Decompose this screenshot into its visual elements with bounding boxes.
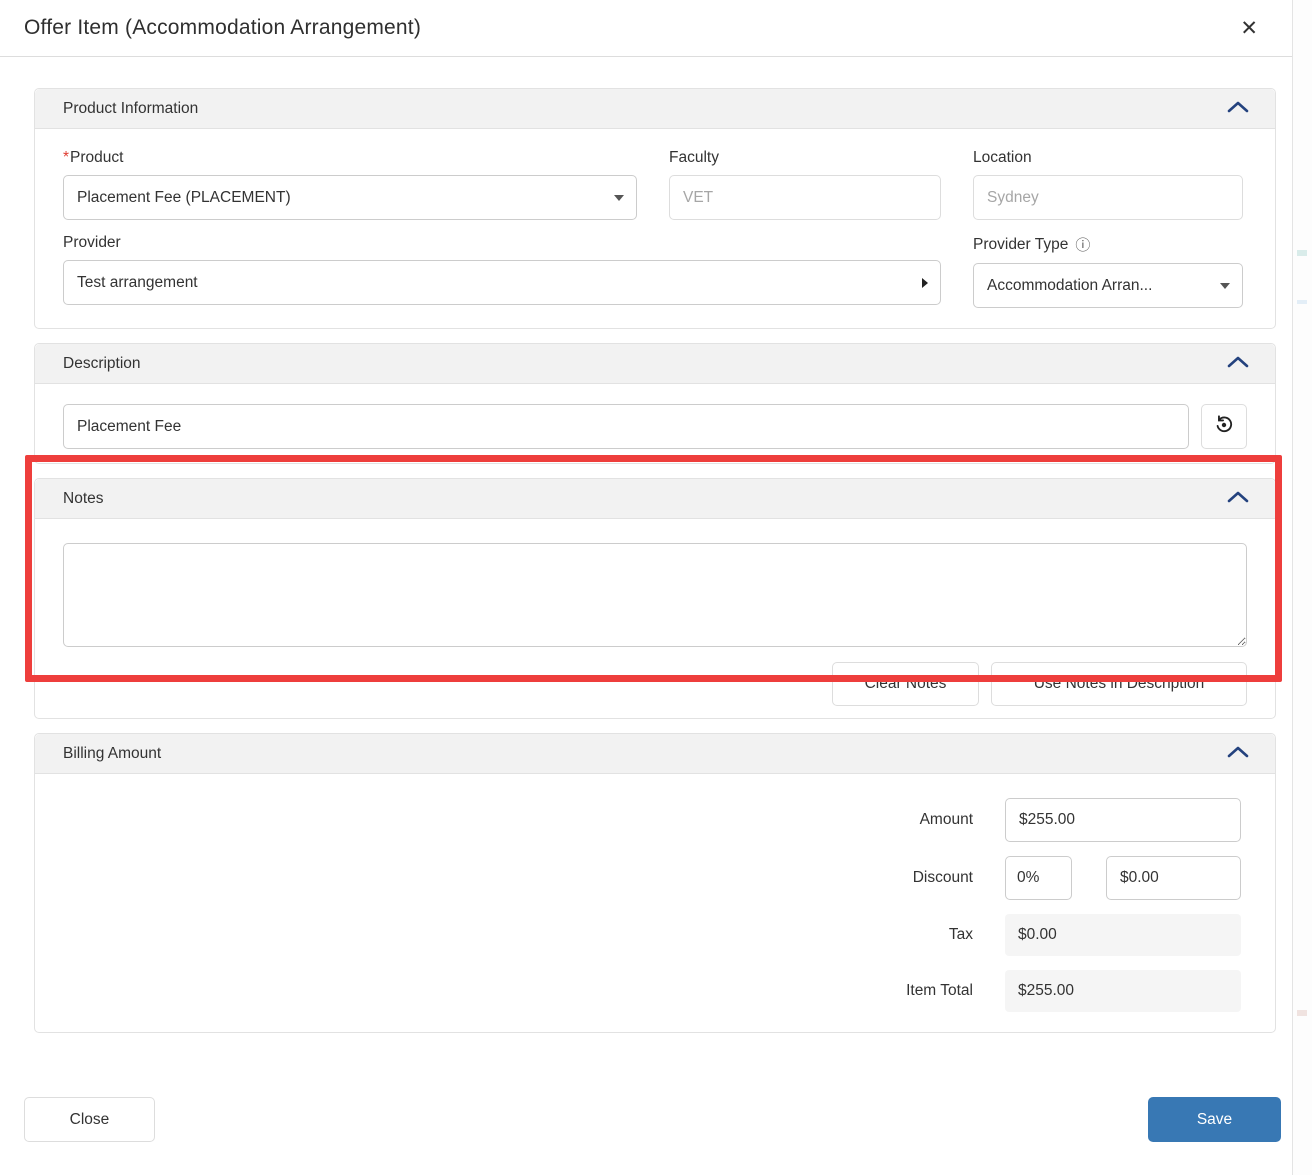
notes-body: Clear Notes Use Notes in Description — [35, 519, 1275, 718]
discount-amount-input[interactable] — [1106, 856, 1241, 900]
use-notes-in-description-button[interactable]: Use Notes in Description — [991, 662, 1247, 706]
provider-field: Provider — [63, 234, 941, 308]
faculty-input — [669, 175, 941, 220]
chevron-up-icon — [1227, 491, 1249, 506]
close-icon[interactable]: ✕ — [1236, 14, 1262, 43]
discount-label: Discount — [913, 869, 973, 887]
collapse-button[interactable] — [1225, 744, 1251, 763]
location-label: Location — [973, 149, 1243, 167]
provider-type-select[interactable] — [973, 263, 1243, 308]
restore-description-button[interactable] — [1201, 404, 1247, 449]
save-button[interactable]: Save — [1148, 1097, 1281, 1142]
item-total-row: Item Total $255.00 — [63, 970, 1241, 1012]
modal-header: Offer Item (Accommodation Arrangement) ✕ — [0, 0, 1292, 57]
section-title: Description — [63, 355, 141, 373]
provider-type-field: Provider Type ⓘ — [973, 234, 1243, 308]
page: Offer Item (Accommodation Arrangement) ✕… — [0, 0, 1312, 1175]
tax-row: Tax $0.00 — [63, 914, 1241, 956]
description-header: Description — [35, 344, 1275, 384]
location-field: Location — [973, 149, 1243, 220]
billing-amount-section: Billing Amount Amount Discount — [34, 733, 1276, 1033]
product-field: *Product — [63, 149, 637, 220]
notes-textarea[interactable] — [63, 543, 1247, 647]
info-icon[interactable]: ⓘ — [1075, 234, 1090, 255]
close-button[interactable]: Close — [24, 1097, 155, 1142]
discount-percent-input[interactable] — [1005, 856, 1072, 900]
collapse-button[interactable] — [1225, 99, 1251, 118]
item-total-value: $255.00 — [1005, 970, 1241, 1012]
product-label: Product — [70, 149, 123, 166]
modal-body: Product Information *Product — [0, 57, 1292, 1033]
discount-row: Discount — [63, 856, 1241, 900]
amount-label: Amount — [920, 811, 973, 829]
notes-section: Notes Clear Notes Use Notes in Descripti… — [34, 478, 1276, 719]
required-mark: * — [63, 149, 69, 166]
chevron-up-icon — [1227, 356, 1249, 371]
product-select[interactable] — [63, 175, 637, 220]
billing-amount-body: Amount Discount Tax $0.00 Item Tot — [35, 774, 1275, 1032]
faculty-field: Faculty — [669, 149, 941, 220]
product-information-body: *Product Faculty — [35, 129, 1275, 328]
product-information-section: Product Information *Product — [34, 88, 1276, 329]
chevron-up-icon — [1227, 746, 1249, 761]
clear-notes-button[interactable]: Clear Notes — [832, 662, 979, 706]
offer-item-modal: Offer Item (Accommodation Arrangement) ✕… — [0, 0, 1292, 1175]
notes-header: Notes — [35, 479, 1275, 519]
description-section: Description — [34, 343, 1276, 464]
restore-icon — [1213, 414, 1235, 439]
product-information-header: Product Information — [35, 89, 1275, 129]
collapse-button[interactable] — [1225, 354, 1251, 373]
section-title: Notes — [63, 490, 104, 508]
amount-input[interactable] — [1005, 798, 1241, 842]
collapse-button[interactable] — [1225, 489, 1251, 508]
product-row-2: Provider Provider Type ⓘ — [63, 234, 1247, 308]
billing-amount-header: Billing Amount — [35, 734, 1275, 774]
amount-row: Amount — [63, 798, 1241, 842]
provider-label: Provider — [63, 234, 941, 252]
description-input[interactable] — [63, 404, 1189, 449]
item-total-label: Item Total — [906, 982, 973, 1000]
provider-input[interactable] — [63, 260, 941, 305]
faculty-label: Faculty — [669, 149, 941, 167]
tax-label: Tax — [949, 926, 973, 944]
tax-value: $0.00 — [1005, 914, 1241, 956]
background-page-strip — [1292, 0, 1312, 1175]
chevron-up-icon — [1227, 101, 1249, 116]
modal-footer: Close Save — [0, 1082, 1292, 1175]
section-title: Billing Amount — [63, 745, 161, 763]
provider-type-label: Provider Type — [973, 236, 1068, 254]
description-body — [35, 384, 1275, 463]
modal-title: Offer Item (Accommodation Arrangement) — [24, 16, 421, 40]
location-input — [973, 175, 1243, 220]
product-row-1: *Product Faculty — [63, 149, 1247, 220]
section-title: Product Information — [63, 100, 198, 118]
